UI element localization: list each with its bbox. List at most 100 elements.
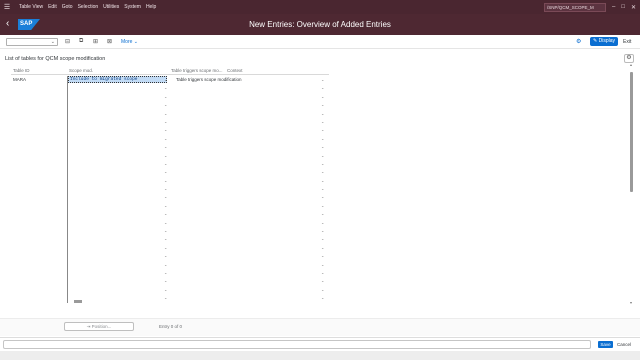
display-button[interactable]: ✎ Display — [590, 37, 618, 46]
table-triggers-dropdown-icon[interactable]: ⌄ — [321, 102, 324, 107]
table-row[interactable]: ⌄ ⌄ — [11, 143, 329, 152]
table-row[interactable]: MARA Include to migrated scope ⌄ Table t… — [11, 76, 329, 85]
menu-help[interactable]: Help — [146, 4, 156, 10]
table-row[interactable]: ⌄ ⌄ — [11, 168, 329, 177]
command-field[interactable]: ⌄ — [6, 38, 58, 46]
table-row[interactable]: ⌄ ⌄ — [11, 126, 329, 135]
table-triggers-dropdown-icon[interactable]: ⌄ — [321, 287, 324, 292]
scope-dropdown-icon[interactable]: ⌄ — [164, 211, 167, 216]
menu-utilities[interactable]: Utilities — [103, 4, 119, 10]
table-row[interactable]: ⌄ ⌄ — [11, 185, 329, 194]
table-triggers-dropdown-icon[interactable]: ⌄ — [321, 161, 324, 166]
table-triggers-dropdown-icon[interactable]: ⌄ — [321, 77, 324, 82]
table-triggers-dropdown-icon[interactable]: ⌄ — [321, 94, 324, 99]
scope-dropdown-icon[interactable]: ⌄ — [164, 119, 167, 124]
table-triggers-dropdown-icon[interactable]: ⌄ — [321, 136, 324, 141]
more-button[interactable]: More ⌄ — [121, 39, 138, 45]
menu-edit[interactable]: Edit — [48, 4, 57, 10]
scope-dropdown-icon[interactable]: ⌄ — [164, 144, 167, 149]
table-row[interactable]: ⌄ ⌄ — [11, 176, 329, 186]
chevron-down-icon[interactable]: ⌄ — [51, 39, 55, 45]
table-row[interactable]: ⌄ ⌄ — [11, 201, 329, 211]
select-all-icon[interactable]: ⊞ — [93, 38, 98, 45]
table-triggers-dropdown-icon[interactable]: ⌄ — [321, 245, 324, 250]
table-row[interactable]: ⌄ ⌄ — [11, 227, 329, 236]
table-row[interactable]: ⌄ ⌄ — [11, 268, 329, 278]
scope-dropdown-icon[interactable]: ⌄ — [164, 178, 167, 183]
table-row[interactable]: ⌄ ⌄ — [11, 252, 329, 261]
scope-dropdown-icon[interactable]: ⌄ — [164, 77, 167, 82]
scope-dropdown-icon[interactable]: ⌄ — [164, 278, 167, 283]
scope-dropdown-icon[interactable]: ⌄ — [164, 253, 167, 258]
cancel-button[interactable]: Cancel — [617, 342, 631, 347]
scope-dropdown-icon[interactable]: ⌄ — [164, 220, 167, 225]
scope-dropdown-icon[interactable]: ⌄ — [164, 236, 167, 241]
settings-icon[interactable]: ⚙ — [576, 38, 581, 45]
table-triggers-dropdown-icon[interactable]: ⌄ — [321, 178, 324, 183]
scope-dropdown-icon[interactable]: ⌄ — [164, 228, 167, 233]
exit-button[interactable]: Exit — [623, 39, 631, 45]
transaction-code-field[interactable]: /SNP/QCM_SCOPE_M — [544, 2, 606, 12]
scope-dropdown-icon[interactable]: ⌄ — [164, 85, 167, 90]
table-row[interactable]: ⌄ ⌄ — [11, 101, 329, 110]
table-triggers-dropdown-icon[interactable]: ⌄ — [321, 194, 324, 199]
table-triggers-dropdown-icon[interactable]: ⌄ — [321, 85, 324, 90]
scope-dropdown-icon[interactable]: ⌄ — [164, 94, 167, 99]
menu-icon[interactable]: ☰ — [0, 3, 14, 11]
table-triggers-dropdown-icon[interactable]: ⌄ — [321, 119, 324, 124]
menu-goto[interactable]: Goto — [62, 4, 73, 10]
table-triggers-dropdown-icon[interactable]: ⌄ — [321, 144, 324, 149]
scope-dropdown-icon[interactable]: ⌄ — [164, 287, 167, 292]
table-triggers-dropdown-icon[interactable]: ⌄ — [321, 211, 324, 216]
header-table-triggers[interactable]: Table triggers scope mo... — [171, 68, 223, 73]
position-button[interactable]: ⇥ Position... — [64, 322, 134, 331]
table-triggers-dropdown-icon[interactable]: ⌄ — [321, 278, 324, 283]
table-triggers-cell[interactable]: Table triggers scope modification — [176, 77, 242, 82]
table-row[interactable]: ⌄ ⌄ — [11, 151, 329, 160]
table-row[interactable]: ⌄ ⌄ — [11, 193, 329, 202]
horizontal-scroll-thumb[interactable] — [74, 300, 82, 303]
table-row[interactable]: ⌄ ⌄ — [11, 109, 329, 118]
scope-dropdown-icon[interactable]: ⌄ — [164, 161, 167, 166]
table-row[interactable]: ⌄ ⌄ — [11, 260, 329, 269]
header-table-id[interactable]: Table ID — [13, 68, 30, 73]
close-icon[interactable]: ✕ — [631, 4, 636, 11]
table-triggers-dropdown-icon[interactable]: ⌄ — [321, 111, 324, 116]
table-row[interactable]: ⌄ ⌄ — [11, 277, 329, 286]
menu-system[interactable]: System — [124, 4, 141, 10]
scope-dropdown-icon[interactable]: ⌄ — [164, 203, 167, 208]
scope-mod-cell[interactable]: Include to migrated scope — [68, 76, 167, 83]
scope-dropdown-icon[interactable]: ⌄ — [164, 194, 167, 199]
table-row[interactable]: ⌄ ⌄ — [11, 210, 329, 219]
scope-dropdown-icon[interactable]: ⌄ — [164, 127, 167, 132]
table-row[interactable]: ⌄ ⌄ — [11, 243, 329, 253]
table-triggers-dropdown-icon[interactable]: ⌄ — [321, 169, 324, 174]
menu-table-view[interactable]: Table View — [19, 4, 43, 10]
table-row[interactable]: ⌄ ⌄ — [11, 134, 329, 144]
table-triggers-dropdown-icon[interactable]: ⌄ — [321, 236, 324, 241]
save-button[interactable]: Save — [598, 341, 613, 348]
table-row[interactable]: ⌄ ⌄ — [11, 285, 329, 295]
table-triggers-dropdown-icon[interactable]: ⌄ — [321, 127, 324, 132]
table-triggers-dropdown-icon[interactable]: ⌄ — [321, 270, 324, 275]
table-triggers-dropdown-icon[interactable]: ⌄ — [321, 153, 324, 158]
scope-dropdown-icon[interactable]: ⌄ — [164, 262, 167, 267]
minimize-icon[interactable]: – — [612, 4, 615, 10]
scope-dropdown-icon[interactable]: ⌄ — [164, 111, 167, 116]
maximize-icon[interactable]: □ — [621, 4, 625, 10]
table-row[interactable]: ⌄ ⌄ — [11, 159, 329, 169]
table-triggers-dropdown-icon[interactable]: ⌄ — [321, 220, 324, 225]
scope-dropdown-icon[interactable]: ⌄ — [164, 102, 167, 107]
table-row[interactable]: ⌄ ⌄ — [11, 235, 329, 244]
menu-selection[interactable]: Selection — [78, 4, 99, 10]
scope-dropdown-icon[interactable]: ⌄ — [164, 136, 167, 141]
save-icon[interactable]: ⊟ — [65, 38, 70, 45]
scope-dropdown-icon[interactable]: ⌄ — [164, 270, 167, 275]
header-scope-mod[interactable]: Scope mod. — [69, 68, 93, 73]
scope-dropdown-icon[interactable]: ⌄ — [164, 169, 167, 174]
table-id-cell[interactable]: MARA — [13, 77, 26, 82]
deselect-icon[interactable]: ⊠ — [107, 38, 112, 45]
header-context[interactable]: Context — [227, 68, 243, 73]
scope-dropdown-icon[interactable]: ⌄ — [164, 186, 167, 191]
scope-dropdown-icon[interactable]: ⌄ — [164, 245, 167, 250]
